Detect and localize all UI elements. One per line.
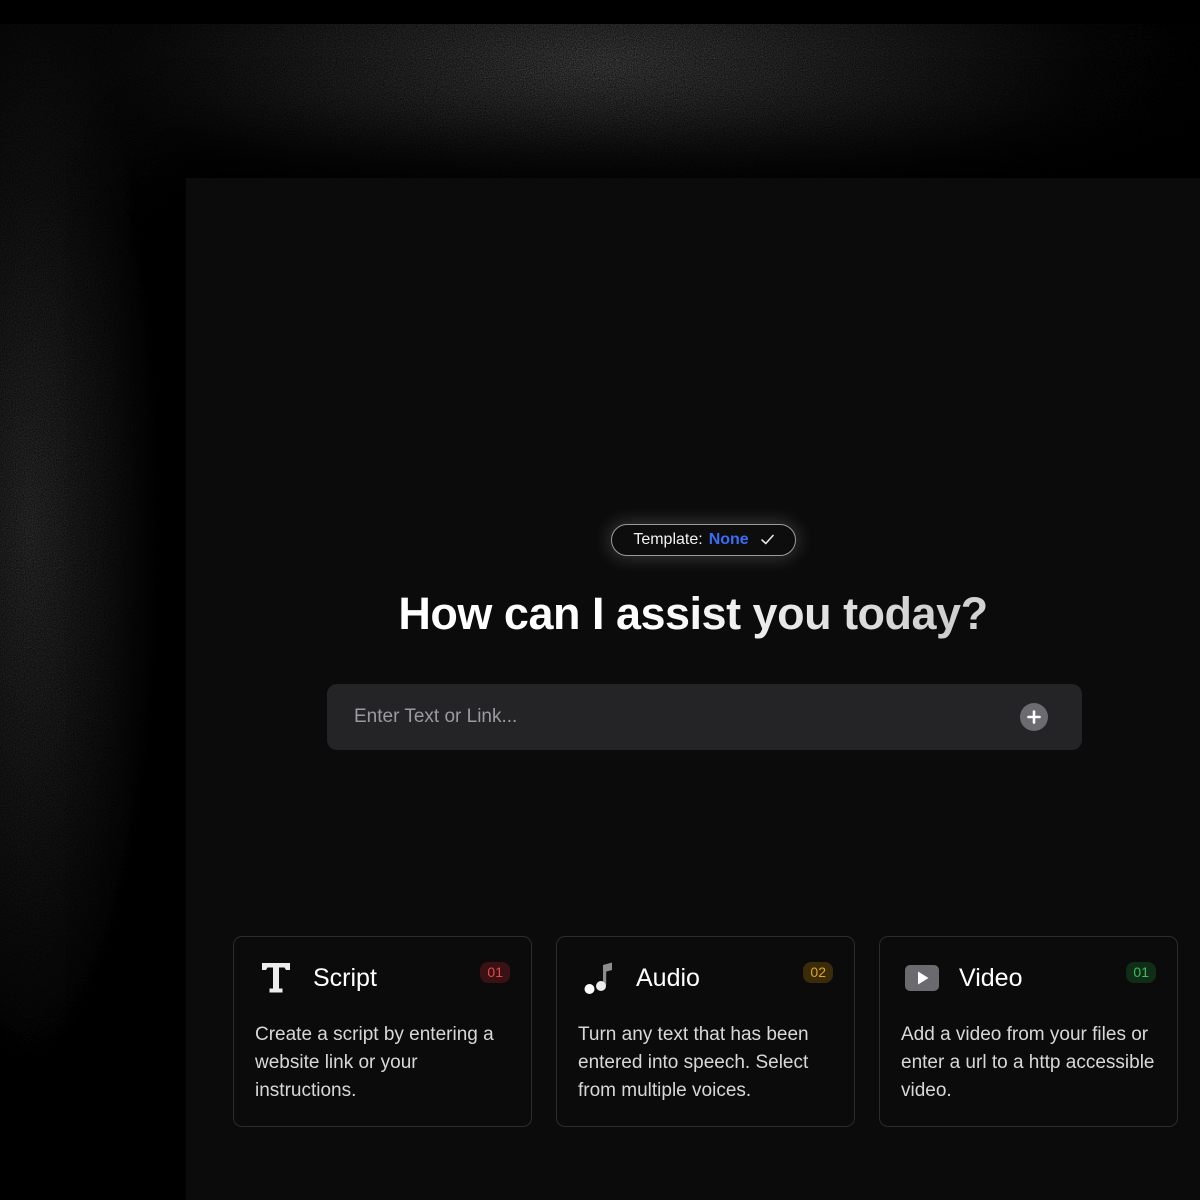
play-icon [905,961,939,995]
audio-card[interactable]: Audio 02 Turn any text that has been ent… [556,936,855,1127]
prompt-input[interactable] [354,706,1020,728]
card-title: Video [959,964,1023,992]
card-badge: 02 [803,962,833,983]
card-badge: 01 [480,962,510,983]
card-description: Create a script by entering a website li… [255,1024,494,1101]
video-card[interactable]: Video 01 Add a video from your files or … [879,936,1178,1127]
prompt-input-container [327,684,1082,750]
stage: Template: None How can I assist you toda… [0,0,1200,1200]
card-title: Audio [636,964,700,992]
music-note-icon [582,961,616,995]
add-button[interactable] [1020,703,1048,731]
card-description: Add a video from your files or enter a u… [901,1024,1155,1101]
card-title: Script [313,964,377,992]
template-label: Template: [633,531,703,548]
check-icon [760,533,774,548]
template-selector[interactable]: Template: None [611,524,796,556]
template-value: None [708,531,749,548]
card-description: Turn any text that has been entered into… [578,1024,809,1101]
script-card[interactable]: Script 01 Create a script by entering a … [233,936,532,1127]
plus-icon [1027,710,1041,724]
page-title: How can I assist you today? [186,588,1200,648]
text-icon [259,961,293,995]
card-badge: 01 [1126,962,1156,983]
